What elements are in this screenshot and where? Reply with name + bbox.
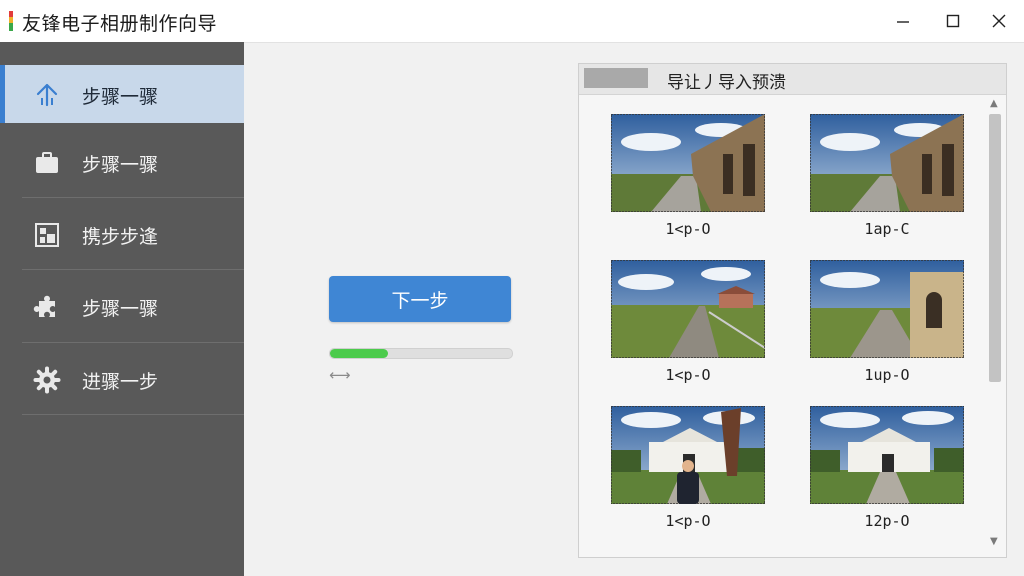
sidebar-item-step-2[interactable]: 步骤一骤 <box>0 133 244 191</box>
thumbnail-caption: 1up-O <box>864 366 910 384</box>
preview-scrollbar[interactable]: ▲ ▼ <box>988 96 1002 554</box>
sidebar-item-label: 进骤一步 <box>82 371 159 393</box>
sidebar-item-label: 步骤一骤 <box>82 298 159 320</box>
header-swatch <box>584 68 648 88</box>
thumbnail-5[interactable] <box>611 406 765 504</box>
close-button[interactable] <box>976 0 1022 42</box>
minimize-icon <box>897 21 909 23</box>
thumbnail-caption: 12p-O <box>864 512 910 530</box>
window-title: 友锋电子相册制作向导 <box>22 13 218 35</box>
briefcase-icon <box>36 152 58 173</box>
thumbnail-2[interactable] <box>810 114 964 212</box>
puzzle-icon <box>33 295 55 317</box>
preview-header: 导让丿导入预溃 <box>579 64 1006 95</box>
sidebar-item-step-5[interactable]: 进骤一步 <box>0 350 244 408</box>
thumbnail-3[interactable] <box>611 260 765 358</box>
close-icon <box>992 14 1006 28</box>
gear-icon <box>33 366 61 394</box>
scroll-down-icon[interactable]: ▼ <box>990 536 998 547</box>
preview-title: 导让丿导入预溃 <box>667 73 786 93</box>
preview-panel: 导让丿导入预溃 1<p-O 1ap-C 1<p-O 1up-O 1<p-O 12… <box>578 63 1007 558</box>
layout-icon <box>35 223 59 247</box>
maximize-button[interactable] <box>930 0 976 42</box>
progress-bar <box>329 348 513 359</box>
thumbnail-caption: 1<p-O <box>665 512 711 530</box>
divider <box>22 342 244 343</box>
upload-icon <box>36 83 58 107</box>
thumbnail-caption: 1<p-O <box>665 220 711 238</box>
next-step-button[interactable]: 下一步 <box>329 276 511 322</box>
progress-fill <box>330 349 389 358</box>
divider <box>22 197 244 198</box>
title-bar: 友锋电子相册制作向导 <box>0 0 1024 43</box>
thumbnail-caption: 1ap-C <box>864 220 910 238</box>
sidebar-item-step-4[interactable]: 步骤一骤 <box>0 277 244 335</box>
sidebar-item-step-3[interactable]: 携步步逢 <box>0 205 244 263</box>
thumbnail-6[interactable] <box>810 406 964 504</box>
sidebar: 步骤一骤 步骤一骤 携步步逢 步骤一骤 进骤一步 <box>0 42 244 576</box>
minimize-button[interactable] <box>880 0 926 42</box>
divider <box>22 414 244 415</box>
sidebar-item-label: 步骤一骤 <box>82 86 159 108</box>
scroll-up-icon[interactable]: ▲ <box>990 98 998 109</box>
progress-caption: ⟷ <box>329 366 351 384</box>
sidebar-item-label: 步骤一骤 <box>82 154 159 176</box>
thumbnail-caption: 1<p-O <box>665 366 711 384</box>
scroll-thumb[interactable] <box>989 114 1001 382</box>
sidebar-item-step-1[interactable]: 步骤一骤 <box>0 65 244 123</box>
app-logo-icon <box>9 11 13 31</box>
sidebar-item-label: 携步步逢 <box>82 226 159 248</box>
thumbnail-4[interactable] <box>810 260 964 358</box>
maximize-icon <box>946 14 960 28</box>
thumbnail-1[interactable] <box>611 114 765 212</box>
divider <box>22 269 244 270</box>
